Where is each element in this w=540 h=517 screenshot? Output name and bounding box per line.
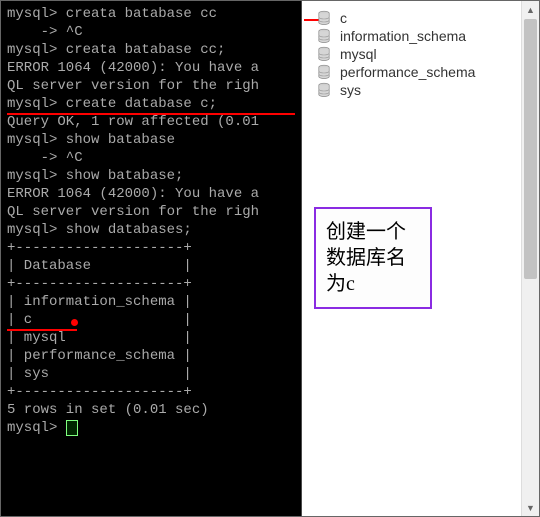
terminal-line: mysql> (7, 419, 295, 437)
scroll-up-button[interactable]: ▲ (522, 1, 539, 18)
terminal-line: | Database | (7, 257, 295, 275)
terminal-line: QL server version for the righ (7, 203, 295, 221)
db-tree-item-label: mysql (340, 46, 377, 62)
terminal-line: +--------------------+ (7, 383, 295, 401)
database-icon (316, 46, 332, 62)
terminal-line: | performance_schema | (7, 347, 295, 365)
db-list: c information_schemamysql performance_sche… (302, 1, 539, 107)
terminal-line: | information_schema | (7, 293, 295, 311)
terminal-line: | sys | (7, 365, 295, 383)
db-tree-item-label: sys (340, 82, 361, 98)
annotation-line: 数据库名 (326, 245, 420, 271)
annotation-line: 为c (326, 271, 420, 297)
terminal-line: QL server version for the righ (7, 77, 295, 95)
database-icon (316, 64, 332, 80)
db-tree-item-label: c (340, 10, 347, 26)
scroll-down-button[interactable]: ▼ (522, 499, 539, 516)
terminal-line: ERROR 1064 (42000): You have a (7, 185, 295, 203)
terminal-line: Query OK, 1 row affected (0.01 (7, 113, 295, 131)
db-tree-item[interactable]: information_schema (316, 27, 525, 45)
terminal-line: | c | (7, 311, 295, 329)
db-tree-item[interactable]: c (316, 9, 525, 27)
terminal-line: 5 rows in set (0.01 sec) (7, 401, 295, 419)
db-tree-panel: c information_schemamysql performance_sche… (301, 1, 539, 516)
terminal-pane[interactable]: mysql> creata batabase cc -> ^Cmysql> cr… (1, 1, 301, 516)
terminal-line: mysql> creata batabase cc (7, 5, 295, 23)
terminal-cursor (66, 420, 78, 436)
app-root: mysql> creata batabase cc -> ^Cmysql> cr… (0, 0, 540, 517)
annotation-callout: 创建一个 数据库名 为c (314, 207, 432, 309)
terminal-line: ERROR 1064 (42000): You have a (7, 59, 295, 77)
terminal-line: mysql> create database c; (7, 95, 295, 113)
db-tree-item[interactable]: mysql (316, 45, 525, 63)
db-tree-item[interactable]: performance_schema (316, 63, 525, 81)
terminal-line: +--------------------+ (7, 275, 295, 293)
annotation-line: 创建一个 (326, 219, 420, 245)
database-icon (316, 10, 332, 26)
terminal-line: mysql> creata batabase cc; (7, 41, 295, 59)
database-icon (316, 82, 332, 98)
terminal-line: mysql> show batabase; (7, 167, 295, 185)
db-tree-item-label: information_schema (340, 28, 466, 44)
terminal-line: -> ^C (7, 149, 295, 167)
terminal-line: +--------------------+ (7, 239, 295, 257)
terminal-line: mysql> show batabase (7, 131, 295, 149)
db-tree-item-label: performance_schema (340, 64, 475, 80)
terminal-line: mysql> show databases; (7, 221, 295, 239)
scroll-thumb[interactable] (524, 19, 537, 279)
scrollbar[interactable]: ▲ ▼ (521, 1, 539, 516)
database-icon (316, 28, 332, 44)
db-tree-item[interactable]: sys (316, 81, 525, 99)
terminal-line: | mysql | (7, 329, 295, 347)
terminal-line: -> ^C (7, 23, 295, 41)
